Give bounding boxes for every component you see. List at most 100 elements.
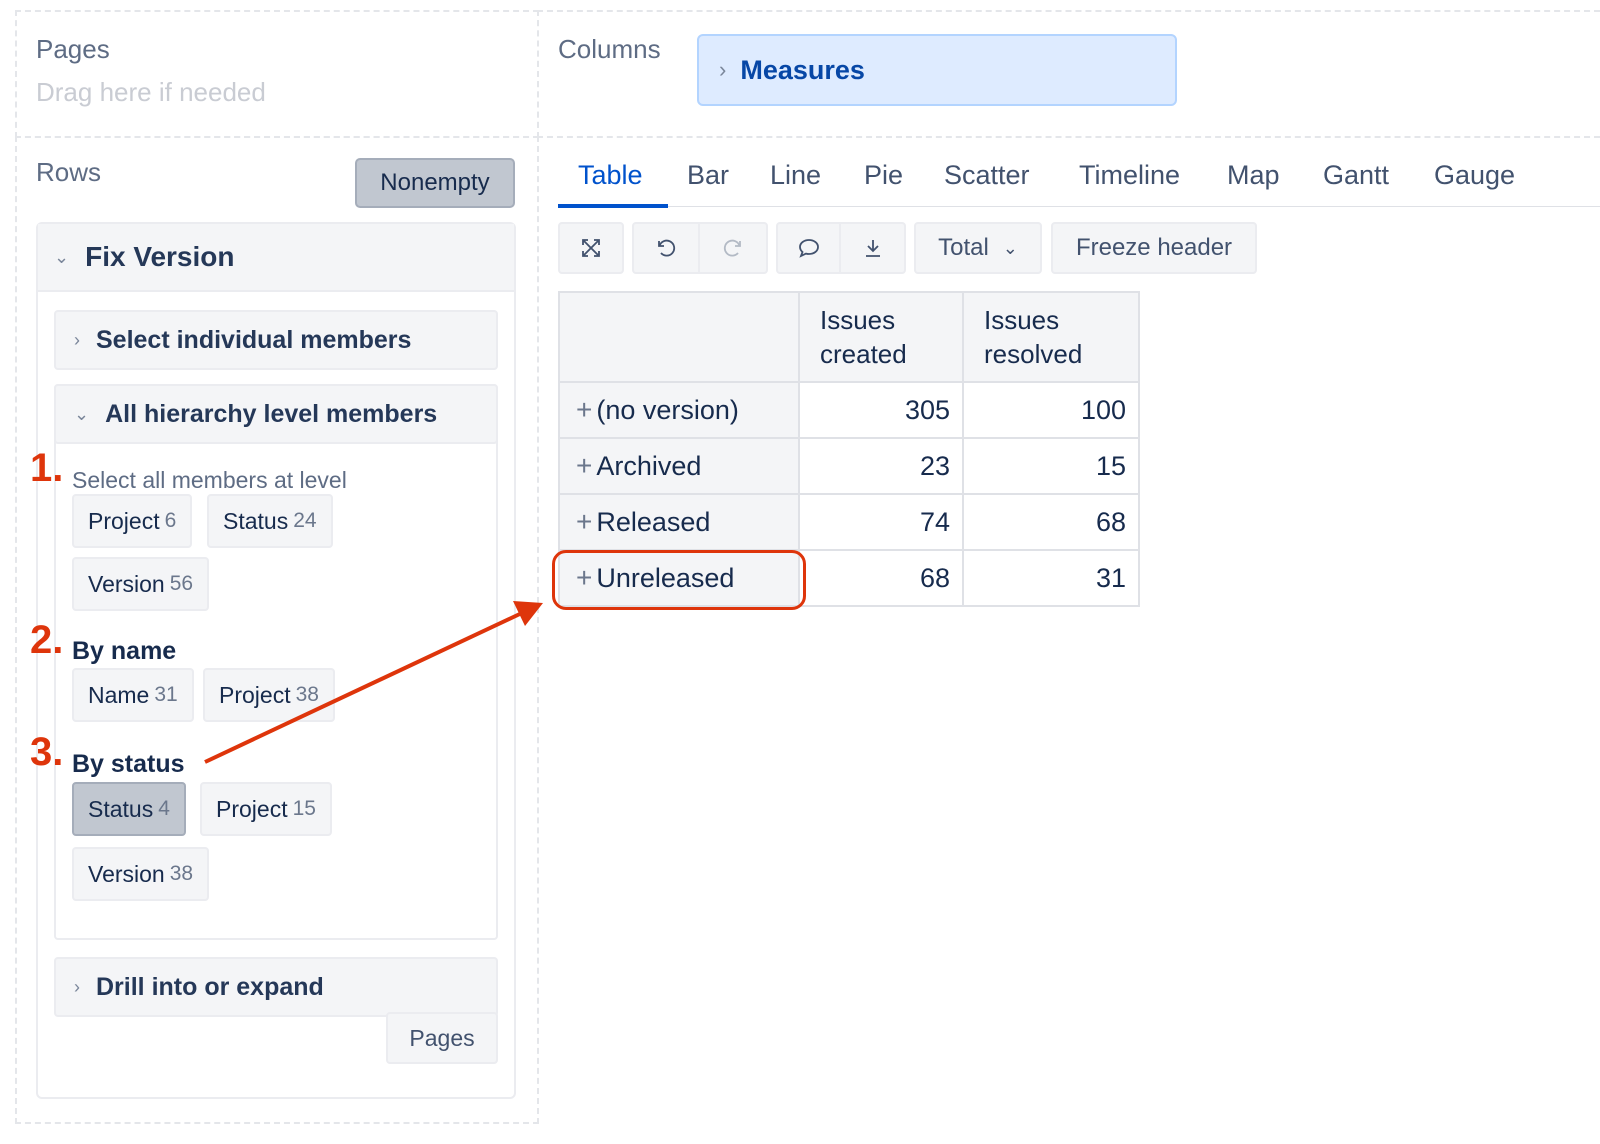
tab-pie[interactable]: Pie: [864, 160, 903, 191]
chip-label: Project: [88, 507, 160, 534]
expand-plus-icon[interactable]: +: [576, 506, 592, 537]
redo-button[interactable]: [700, 224, 766, 272]
tabs-divider: [558, 206, 1600, 207]
rows-title: Rows: [36, 157, 102, 187]
group-title-level: Select all members at level: [72, 467, 347, 493]
chevron-down-icon: ⌄: [74, 403, 90, 424]
annotation-number-2: 2.: [30, 618, 64, 662]
chevron-right-icon: ›: [74, 976, 80, 997]
tab-line[interactable]: Line: [770, 160, 821, 191]
chip-label: Name: [88, 681, 150, 708]
level-chip-project[interactable]: Project 6: [72, 494, 193, 548]
chip-count: 38: [295, 683, 319, 706]
row-header[interactable]: + (no version): [558, 381, 800, 439]
tab-gantt[interactable]: Gantt: [1323, 160, 1389, 191]
chip-count: 56: [169, 572, 194, 595]
header-row: Issues created Issues resolved: [558, 291, 1140, 383]
history-group: [632, 222, 768, 274]
total-label: Total: [938, 234, 989, 261]
tab-timeline[interactable]: Timeline: [1079, 160, 1180, 191]
measures-chip[interactable]: › Measures: [697, 34, 1177, 106]
dimension-title: Fix Version: [85, 241, 235, 272]
tab-table[interactable]: Table: [578, 160, 643, 191]
chip-label: Project: [216, 795, 288, 822]
chip-label: Status: [223, 507, 289, 534]
group-title-by-status: By status: [72, 750, 185, 778]
table-row: + Archived 23 15: [558, 437, 1140, 495]
tab-bar[interactable]: Bar: [687, 160, 729, 191]
chip-count: 24: [293, 509, 317, 532]
cell-issues-created[interactable]: 23: [798, 437, 964, 495]
select-individual-label: Select individual members: [96, 325, 412, 354]
freeze-header-button[interactable]: Freeze header: [1051, 222, 1257, 274]
active-tab-indicator: [558, 204, 668, 208]
comment-button[interactable]: [778, 224, 842, 272]
tab-scatter[interactable]: Scatter: [944, 160, 1030, 191]
by-status-chip-version[interactable]: Version 38: [72, 847, 210, 901]
all-hierarchy-label: All hierarchy level members: [105, 399, 438, 428]
by-name-chip-name[interactable]: Name 31: [72, 668, 194, 722]
highlight-outline: [552, 550, 806, 610]
comment-icon: [798, 239, 819, 258]
select-individual-members[interactable]: › Select individual members: [54, 310, 498, 370]
chevron-down-icon: ⌄: [1002, 237, 1018, 258]
chevron-right-icon: ›: [719, 57, 727, 82]
cell-issues-resolved[interactable]: 15: [962, 437, 1140, 495]
cell-issues-created[interactable]: 68: [798, 549, 964, 607]
chip-count: 15: [292, 797, 316, 820]
cell-issues-created[interactable]: 305: [798, 381, 964, 439]
fullscreen-group: [558, 222, 624, 274]
col-header-issues-created[interactable]: Issues created: [798, 291, 964, 383]
drill-label: Drill into or expand: [96, 972, 324, 1001]
redo-icon: [723, 239, 741, 257]
chevron-right-icon: ›: [74, 329, 80, 350]
group-title-by-name: By name: [72, 637, 177, 665]
all-hierarchy-section: ⌄ All hierarchy level members Select all…: [54, 384, 498, 940]
chip-count: 4: [158, 797, 170, 820]
pages-hint: Drag here if needed: [36, 77, 266, 107]
all-hierarchy-header[interactable]: ⌄ All hierarchy level members: [54, 384, 498, 444]
undo-button[interactable]: [634, 224, 700, 272]
pages-title: Pages: [36, 34, 110, 64]
chip-label: Version: [88, 570, 165, 597]
columns-title: Columns: [558, 34, 661, 64]
chip-label: Version: [88, 860, 165, 887]
chip-count: 31: [154, 683, 178, 706]
level-chip-status[interactable]: Status 24: [207, 494, 333, 548]
by-status-chip-project[interactable]: Project 15: [200, 782, 332, 836]
annotation-number-3: 3.: [30, 730, 64, 774]
comment-export-group: [776, 222, 906, 274]
level-chip-version[interactable]: Version 56: [72, 557, 210, 611]
row-header[interactable]: + Released: [558, 493, 800, 551]
pages-button[interactable]: Pages: [386, 1012, 498, 1064]
download-icon: [865, 240, 880, 257]
download-button[interactable]: [841, 224, 904, 272]
cell-issues-resolved[interactable]: 68: [962, 493, 1140, 551]
cell-issues-resolved[interactable]: 31: [962, 549, 1140, 607]
drill-into-or-expand[interactable]: › Drill into or expand: [54, 957, 498, 1017]
by-status-chip-status[interactable]: Status 4: [72, 782, 186, 836]
by-name-chip-project[interactable]: Project 38: [203, 668, 335, 722]
table-row: + (no version) 305 100: [558, 381, 1140, 439]
expand-plus-icon[interactable]: +: [576, 450, 592, 481]
pages-drop-zone[interactable]: [15, 10, 539, 138]
fix-version-header[interactable]: ⌄ Fix Version: [38, 224, 514, 292]
tab-gauge[interactable]: Gauge: [1434, 160, 1515, 191]
row-label: Archived: [596, 451, 702, 481]
measures-label: Measures: [740, 54, 865, 85]
tab-map[interactable]: Map: [1227, 160, 1280, 191]
row-header[interactable]: + Archived: [558, 437, 800, 495]
cell-issues-created[interactable]: 74: [798, 493, 964, 551]
row-label: (no version): [596, 395, 739, 425]
cell-issues-resolved[interactable]: 100: [962, 381, 1140, 439]
chevron-down-icon: ⌄: [54, 246, 70, 267]
chip-label: Project: [219, 681, 291, 708]
total-dropdown[interactable]: Total ⌄: [914, 222, 1042, 274]
col-header-issues-resolved[interactable]: Issues resolved: [962, 291, 1140, 383]
undo-icon: [658, 239, 676, 257]
fullscreen-button[interactable]: [560, 224, 622, 272]
nonempty-button[interactable]: Nonempty: [355, 158, 515, 208]
expand-plus-icon[interactable]: +: [576, 394, 592, 425]
row-label: Released: [596, 507, 711, 537]
corner-cell: [558, 291, 800, 383]
